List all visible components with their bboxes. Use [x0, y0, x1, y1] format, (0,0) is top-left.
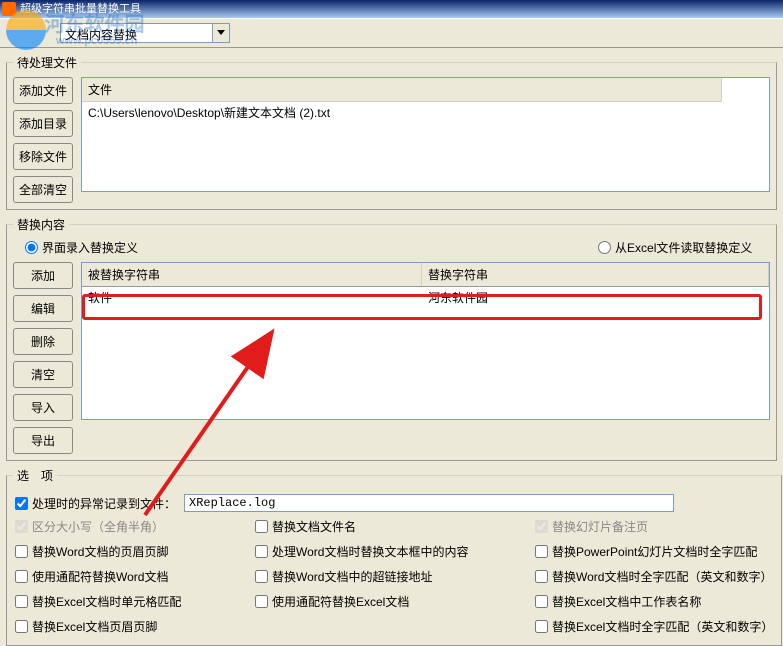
files-legend: 待处理文件 [13, 54, 81, 71]
add-file-button[interactable]: 添加文件 [13, 77, 73, 104]
chk-ppt-whole[interactable]: 替换PowerPoint幻灯片文档时全字匹配 [535, 543, 773, 560]
export-rules-button[interactable]: 导出 [13, 427, 73, 454]
toolbar: 文档内容替换 [0, 18, 783, 48]
replace-grid[interactable]: 被替换字符串 替换字符串 软件 河东软件园 [81, 262, 770, 420]
options-legend: 选 项 [13, 467, 57, 484]
radio-excel[interactable]: 从Excel文件读取替换定义 [598, 239, 752, 256]
chk-wildcard-excel[interactable]: 使用通配符替换Excel文档 [255, 593, 525, 610]
edit-rule-button[interactable]: 编辑 [13, 295, 73, 322]
chk-excel-sheet[interactable]: 替换Excel文档中工作表名称 [535, 593, 773, 610]
replace-fieldset: 替换内容 界面录入替换定义 从Excel文件读取替换定义 添加 编辑 删除 清空… [6, 216, 777, 461]
chk-wildcard-word[interactable]: 使用通配符替换Word文档 [15, 568, 245, 585]
add-dir-button[interactable]: 添加目录 [13, 110, 73, 137]
chk-excel-whole[interactable]: 替换Excel文档时全字匹配（英文和数字） [535, 618, 773, 635]
chk-case[interactable]: 区分大小写（全角半角） [15, 518, 245, 535]
title-bar: 超级字符串批量替换工具 [0, 0, 783, 18]
cell-from: 软件 [82, 287, 422, 308]
replace-legend: 替换内容 [13, 216, 69, 233]
chk-word-whole[interactable]: 替换Word文档时全字匹配（英文和数字） [535, 568, 773, 585]
import-rules-button[interactable]: 导入 [13, 394, 73, 421]
add-rule-button[interactable]: 添加 [13, 262, 73, 289]
radio-excel-input[interactable] [598, 241, 611, 254]
options-fieldset: 选 项 处理时的异常记录到文件： 区分大小写（全角半角） 替换文档文件名 替换幻… [6, 467, 782, 646]
clear-rules-button[interactable]: 清空 [13, 361, 73, 388]
replace-grid-header: 被替换字符串 替换字符串 [82, 263, 769, 287]
chk-rename[interactable]: 替换文档文件名 [255, 518, 525, 535]
file-list-header: 文件 [82, 78, 722, 102]
log-check[interactable]: 处理时的异常记录到文件： [15, 495, 176, 512]
files-fieldset: 待处理文件 添加文件 添加目录 移除文件 全部清空 文件 C:\Users\le… [6, 54, 777, 210]
col-from: 被替换字符串 [82, 263, 422, 286]
radio-ui-input[interactable] [25, 241, 38, 254]
log-file-input[interactable] [184, 494, 674, 512]
chk-excel-cell[interactable]: 替换Excel文档时单元格匹配 [15, 593, 245, 610]
cell-to: 河东软件园 [422, 287, 769, 308]
file-list-row[interactable]: C:\Users\lenovo\Desktop\新建文本文档 (2).txt [82, 102, 769, 123]
chk-excel-hf[interactable]: 替换Excel文档页眉页脚 [15, 618, 245, 635]
remove-file-button[interactable]: 移除文件 [13, 143, 73, 170]
mode-combo[interactable]: 文档内容替换 [60, 23, 230, 43]
mode-combo-value: 文档内容替换 [65, 28, 137, 42]
log-check-input[interactable] [15, 497, 28, 510]
radio-ui[interactable]: 界面录入替换定义 [25, 239, 138, 256]
chk-ppt-notes[interactable]: 替换幻灯片备注页 [535, 518, 773, 535]
watermark-icon [6, 10, 46, 50]
clear-files-button[interactable]: 全部清空 [13, 176, 73, 203]
chk-word-hf[interactable]: 替换Word文档的页眉页脚 [15, 543, 245, 560]
chevron-down-icon [217, 30, 225, 35]
replace-grid-row[interactable]: 软件 河东软件园 [82, 287, 769, 308]
chk-word-hyperlink[interactable]: 替换Word文档中的超链接地址 [255, 568, 525, 585]
col-to: 替换字符串 [422, 263, 769, 286]
file-list[interactable]: 文件 C:\Users\lenovo\Desktop\新建文本文档 (2).tx… [81, 77, 770, 192]
chk-word-textbox[interactable]: 处理Word文档时替换文本框中的内容 [255, 543, 525, 560]
delete-rule-button[interactable]: 删除 [13, 328, 73, 355]
